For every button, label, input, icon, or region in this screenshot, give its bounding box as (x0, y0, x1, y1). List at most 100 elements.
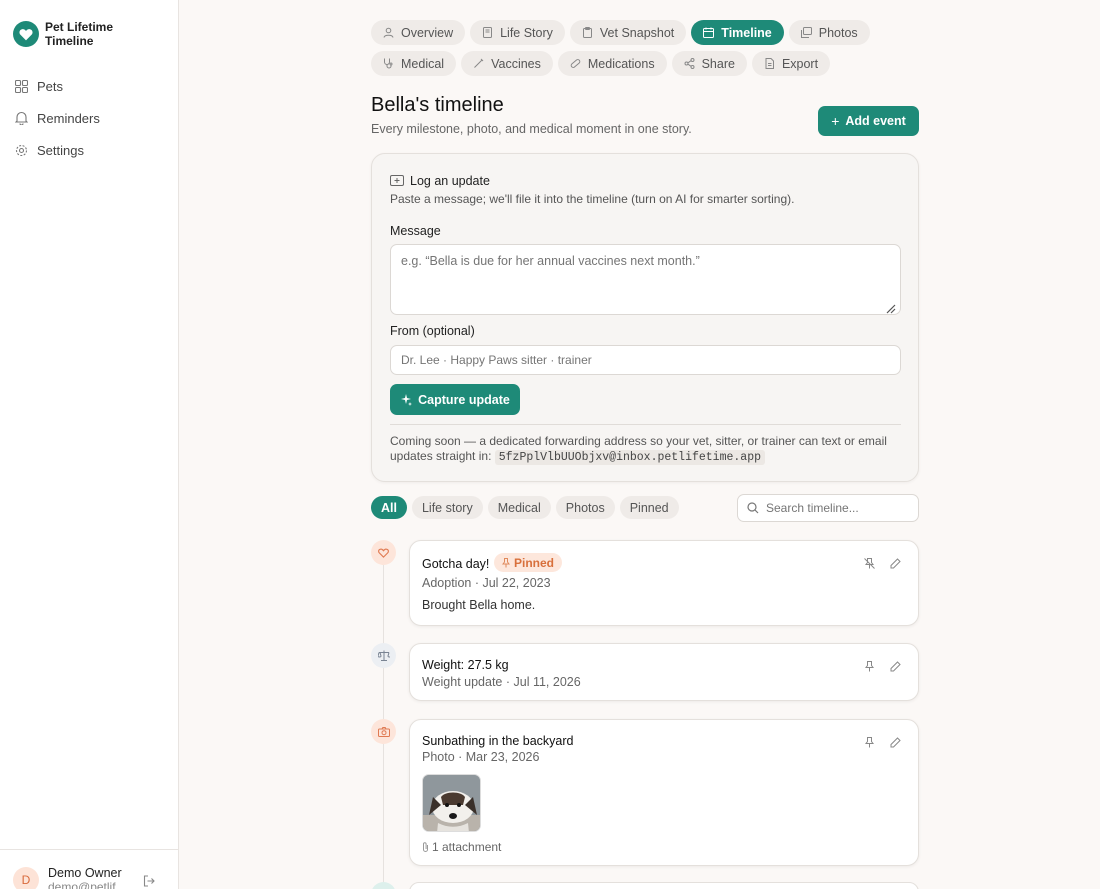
edit-icon[interactable] (890, 558, 901, 569)
timeline-event-card[interactable] (409, 882, 919, 889)
event-marker (371, 719, 396, 744)
add-event-button[interactable]: + Add event (818, 106, 919, 136)
filter-photos[interactable]: Photos (555, 496, 615, 519)
capture-update-button[interactable]: Capture update (390, 384, 520, 415)
sparkles-icon (400, 393, 413, 406)
app-name: Pet Lifetime Timeline (45, 20, 114, 48)
avatar[interactable]: D (13, 867, 39, 889)
tab-life-story[interactable]: Life Story (470, 20, 565, 45)
edit-icon[interactable] (890, 661, 901, 672)
scale-icon (377, 650, 390, 661)
sidebar-item-settings[interactable]: Settings (14, 134, 100, 166)
filter-pinned[interactable]: Pinned (619, 496, 679, 519)
tab-timeline[interactable]: Timeline (691, 20, 784, 45)
logout-icon[interactable] (143, 874, 155, 889)
tab-label: Medications (587, 56, 655, 71)
tab-label: Overview (401, 25, 454, 40)
user-icon (383, 27, 394, 38)
page-subtitle: Every milestone, photo, and medical mome… (371, 122, 692, 136)
timeline-filters: All Life story Medical Photos Pinned (371, 496, 684, 519)
stethoscope-icon (383, 58, 394, 69)
heart-logo-icon (13, 21, 39, 47)
bell-icon (14, 111, 28, 125)
images-icon (800, 27, 812, 38)
coming-soon-note: Coming soon — a dedicated forwarding add… (390, 434, 905, 465)
tab-label: Export (781, 56, 819, 71)
tab-vaccines[interactable]: Vaccines (461, 51, 553, 76)
unpin-icon[interactable] (864, 558, 875, 569)
divider (390, 424, 901, 425)
calendar-icon (703, 27, 715, 38)
sidebar-item-pets[interactable]: Pets (14, 70, 100, 102)
tab-label: Vet Snapshot (599, 25, 675, 40)
tab-label: Share (701, 56, 735, 71)
tab-export[interactable]: Export (751, 51, 831, 76)
tab-label: Photos (818, 25, 858, 40)
gear-icon (14, 143, 28, 157)
add-event-label: Add event (845, 114, 906, 128)
event-title: Weight: 27.5 kg (422, 658, 509, 672)
filter-life-story[interactable]: Life story (411, 496, 483, 519)
event-title: Gotcha day! (422, 557, 490, 571)
user-name: Demo Owner (48, 866, 122, 880)
user-panel: D Demo Owner demo@petlif (0, 849, 178, 889)
plus-icon: + (831, 113, 840, 129)
camera-icon (377, 726, 390, 737)
log-update-card: Log an update Paste a message; we'll fil… (371, 153, 919, 482)
event-meta: Photo · Mar 23, 2026 (422, 750, 540, 764)
brand[interactable]: Pet Lifetime Timeline (13, 20, 135, 48)
syringe-icon (473, 58, 484, 69)
event-title: Sunbathing in the backyard (422, 734, 574, 748)
search-icon (747, 502, 759, 514)
forwarding-address[interactable]: 5fzPplVlbUUObjxv@inbox.petlifetime.app (494, 450, 765, 465)
file-icon (764, 58, 775, 69)
tab-overview[interactable]: Overview (371, 20, 466, 45)
tab-photos[interactable]: Photos (788, 20, 870, 45)
sidebar-item-reminders[interactable]: Reminders (14, 102, 100, 134)
message-plus-icon (390, 174, 404, 188)
tab-share[interactable]: Share (671, 51, 747, 76)
pill-icon (570, 58, 581, 69)
timeline-event-card[interactable]: Weight: 27.5 kg Weight update · Jul 11, … (409, 643, 919, 701)
dog-photo (423, 775, 480, 831)
pet-tabs: Overview Life Story Vet Snapshot Timelin… (371, 20, 931, 82)
tab-medications[interactable]: Medications (557, 51, 667, 76)
event-marker (371, 643, 396, 668)
log-update-heading: Log an update (390, 174, 490, 188)
edit-icon[interactable] (890, 737, 901, 748)
clipboard-icon (582, 27, 593, 38)
heart-icon (378, 548, 389, 558)
log-title: Log an update (410, 174, 490, 188)
tab-medical[interactable]: Medical (371, 51, 457, 76)
timeline-event-card[interactable]: Gotcha day! Pinned Adoption · Jul 22, 20… (409, 540, 919, 626)
search-input[interactable] (766, 501, 906, 515)
sidebar: Pet Lifetime Timeline Pets Reminders Set… (0, 0, 179, 889)
attachment-count: 1 attachment (422, 840, 501, 854)
user-email: demo@petlif (48, 880, 116, 889)
pin-icon[interactable] (864, 737, 875, 748)
pin-icon (502, 557, 510, 568)
pin-icon[interactable] (864, 661, 875, 672)
sidebar-nav: Pets Reminders Settings (14, 70, 100, 166)
from-label: From (optional) (390, 324, 475, 338)
message-textarea[interactable] (390, 244, 901, 315)
tab-vet-snapshot[interactable]: Vet Snapshot (569, 20, 687, 45)
event-meta: Adoption · Jul 22, 2023 (422, 576, 551, 590)
timeline-search[interactable] (737, 494, 919, 522)
event-marker (371, 540, 396, 565)
sidebar-item-label: Reminders (37, 110, 100, 126)
book-icon (482, 27, 493, 38)
capture-label: Capture update (418, 392, 510, 407)
filter-medical[interactable]: Medical (487, 496, 551, 519)
paperclip-icon (422, 842, 429, 852)
timeline-event-card[interactable]: Sunbathing in the backyard Photo · Mar 2… (409, 719, 919, 866)
grid-icon (14, 79, 28, 93)
tab-label: Vaccines (491, 56, 541, 71)
badge-label: Pinned (514, 555, 555, 570)
tab-label: Medical (401, 56, 445, 71)
page-title: Bella's timeline (371, 94, 504, 116)
photo-thumbnail[interactable] (422, 774, 481, 832)
resize-grip-icon[interactable] (886, 301, 896, 319)
filter-all[interactable]: All (371, 496, 407, 519)
from-input[interactable] (390, 345, 901, 375)
